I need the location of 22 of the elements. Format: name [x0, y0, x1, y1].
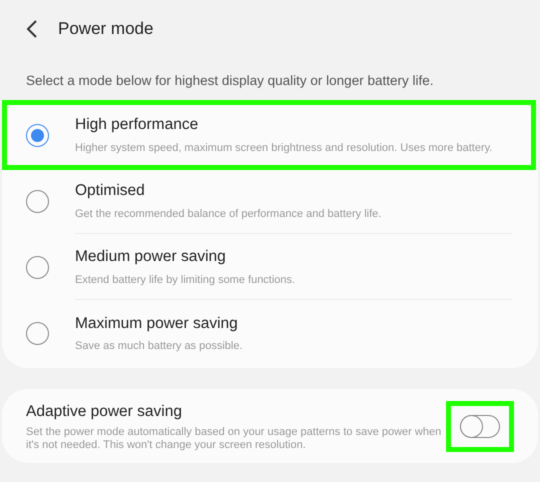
- mode-title: High performance: [75, 115, 200, 136]
- mode-option[interactable]: Medium power saving Extend battery life by limiting some functions.: [2, 234, 538, 300]
- mode-title: Medium power saving: [75, 247, 227, 268]
- intro-text: Select a mode below for highest display quality or longer battery life.: [25, 72, 434, 90]
- setting-title: Adaptive power saving: [26, 402, 183, 422]
- mode-option[interactable]: Optimised Get the recommended balance of performance and battery life.: [2, 168, 538, 234]
- toggle-switch[interactable]: [460, 414, 500, 438]
- mode-description: Save as much battery as possible.: [75, 339, 244, 354]
- radio-button[interactable]: [26, 322, 49, 345]
- mode-description: Higher system speed, maximum screen brightness and resolution. Uses more battery.: [75, 140, 494, 156]
- mode-description: Extend battery life by limiting some functions.: [75, 272, 296, 288]
- radio-button[interactable]: [26, 190, 49, 213]
- radio-button[interactable]: [26, 124, 49, 147]
- mode-option[interactable]: High performance Higher system speed, maximum screen brightness and resolution. Uses more battery.: [2, 102, 538, 168]
- radio-button[interactable]: [26, 256, 49, 279]
- setting-description: Set the power mode automatically based on your usage patterns to save power when it's not needed. This won't change your screen resolution.: [26, 426, 442, 452]
- mode-description: Get the recommended balance of performance and battery life.: [75, 206, 382, 222]
- back-icon[interactable]: [26, 20, 38, 38]
- mode-title: Optimised: [75, 181, 146, 202]
- screen-title: Power mode: [58, 18, 154, 40]
- mode-option[interactable]: Maximum power saving Save as much battery as possible.: [2, 300, 538, 366]
- mode-title: Maximum power saving: [75, 314, 239, 334]
